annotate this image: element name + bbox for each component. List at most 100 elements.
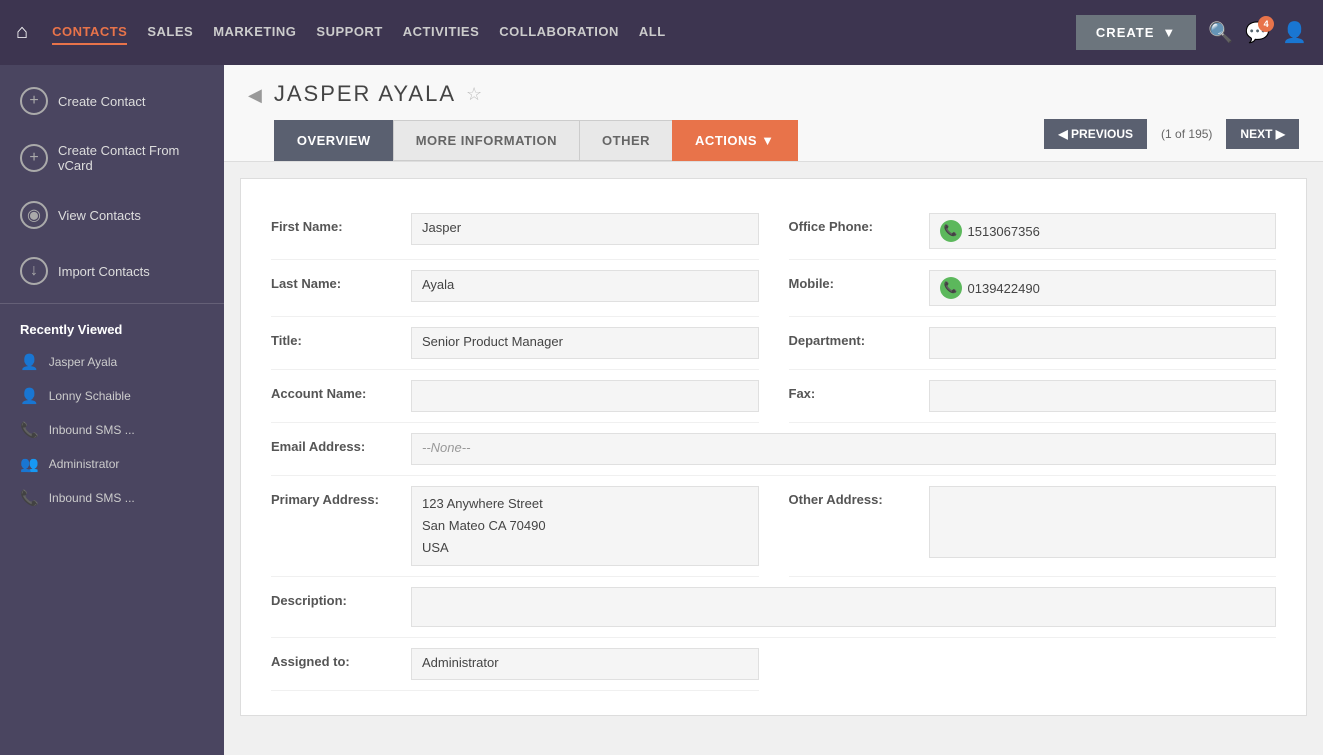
recent-inbound-sms-2[interactable]: 📞 Inbound SMS ... bbox=[0, 481, 224, 515]
field-title: Title: Senior Product Manager bbox=[271, 317, 759, 370]
page-layout: + Create Contact + Create Contact From v… bbox=[0, 65, 1323, 755]
user-avatar[interactable]: 👤 bbox=[1282, 20, 1307, 45]
record-name: JASPER AYALA ☆ bbox=[274, 81, 1299, 107]
description-value[interactable] bbox=[411, 587, 1276, 627]
other-address-value[interactable] bbox=[929, 486, 1277, 558]
office-phone-icon: 📞 bbox=[940, 220, 962, 242]
other-address-label: Other Address: bbox=[789, 486, 929, 507]
record-header: ◀ JASPER AYALA ☆ OVERVIEW MORE INFORMATI… bbox=[224, 65, 1323, 162]
page-info: (1 of 195) bbox=[1155, 127, 1218, 141]
nav-menu: CONTACTS SALES MARKETING SUPPORT ACTIVIT… bbox=[52, 20, 1052, 45]
create-button[interactable]: CREATE ▼ bbox=[1076, 15, 1196, 50]
row-last-name-mobile: Last Name: Ayala Mobile: 📞 0139422490 bbox=[271, 260, 1276, 317]
back-arrow-icon[interactable]: ◀ bbox=[248, 85, 262, 106]
tab-overview[interactable]: OVERVIEW bbox=[274, 120, 394, 161]
field-primary-address: Primary Address: 123 Anywhere Street San… bbox=[271, 476, 759, 577]
nav-all[interactable]: ALL bbox=[639, 20, 666, 45]
nav-support[interactable]: SUPPORT bbox=[316, 20, 382, 45]
recent-jasper-ayala[interactable]: 👤 Jasper Ayala bbox=[0, 345, 224, 379]
notification-badge: 4 bbox=[1258, 16, 1274, 32]
nav-activities[interactable]: ACTIVITIES bbox=[403, 20, 480, 45]
nav-collaboration[interactable]: COLLABORATION bbox=[499, 20, 619, 45]
row-addresses: Primary Address: 123 Anywhere Street San… bbox=[271, 476, 1276, 577]
title-value[interactable]: Senior Product Manager bbox=[411, 327, 759, 359]
recent-administrator[interactable]: 👥 Administrator bbox=[0, 447, 224, 481]
fax-value[interactable] bbox=[929, 380, 1277, 412]
row-title-department: Title: Senior Product Manager Department… bbox=[271, 317, 1276, 370]
create-contact-vcard-action[interactable]: + Create Contact From vCard bbox=[0, 129, 224, 187]
first-name-value[interactable]: Jasper bbox=[411, 213, 759, 245]
first-name-label: First Name: bbox=[271, 213, 411, 234]
main-content: ◀ JASPER AYALA ☆ OVERVIEW MORE INFORMATI… bbox=[224, 65, 1323, 755]
nav-contacts[interactable]: CONTACTS bbox=[52, 20, 127, 45]
field-office-phone: Office Phone: 📞 1513067356 bbox=[789, 203, 1277, 260]
phone-icon-1: 📞 bbox=[20, 421, 39, 439]
tab-actions[interactable]: ACTIONS ▼ bbox=[672, 120, 797, 161]
import-contacts-label: Import Contacts bbox=[58, 264, 150, 279]
nav-right-actions: CREATE ▼ 🔍 💬 4 👤 bbox=[1076, 15, 1307, 50]
field-mobile: Mobile: 📞 0139422490 bbox=[789, 260, 1277, 317]
row-assigned-to: Assigned to: Administrator bbox=[271, 638, 1276, 691]
search-icon[interactable]: 🔍 bbox=[1208, 20, 1233, 45]
recently-viewed-heading: Recently Viewed bbox=[0, 308, 224, 345]
notifications-icon[interactable]: 💬 4 bbox=[1245, 20, 1270, 45]
primary-address-value[interactable]: 123 Anywhere Street San Mateo CA 70490 U… bbox=[411, 486, 759, 566]
assigned-to-value[interactable]: Administrator bbox=[411, 648, 759, 680]
contact-full-name: JASPER AYALA bbox=[274, 81, 456, 107]
create-contact-icon: + bbox=[20, 87, 48, 115]
account-name-label: Account Name: bbox=[271, 380, 411, 401]
last-name-value[interactable]: Ayala bbox=[411, 270, 759, 302]
phone-icon-2: 📞 bbox=[20, 489, 39, 507]
field-department: Department: bbox=[789, 317, 1277, 370]
row-first-name-office-phone: First Name: Jasper Office Phone: 📞 15130… bbox=[271, 203, 1276, 260]
nav-sales[interactable]: SALES bbox=[147, 20, 193, 45]
tab-other[interactable]: OTHER bbox=[579, 120, 673, 161]
home-icon[interactable]: ⌂ bbox=[16, 21, 28, 44]
people-icon: 👥 bbox=[20, 455, 39, 473]
record-form: First Name: Jasper Office Phone: 📞 15130… bbox=[240, 178, 1307, 716]
recent-inbound-sms-1[interactable]: 📞 Inbound SMS ... bbox=[0, 413, 224, 447]
email-label: Email Address: bbox=[271, 433, 411, 454]
mobile-value[interactable]: 📞 0139422490 bbox=[929, 270, 1277, 306]
mobile-label: Mobile: bbox=[789, 270, 929, 291]
import-contacts-action[interactable]: ↓ Import Contacts bbox=[0, 243, 224, 299]
create-vcard-label: Create Contact From vCard bbox=[58, 143, 204, 173]
favorite-star-icon[interactable]: ☆ bbox=[466, 84, 484, 105]
top-navigation: ⌂ CONTACTS SALES MARKETING SUPPORT ACTIV… bbox=[0, 0, 1323, 65]
department-value[interactable] bbox=[929, 327, 1277, 359]
fax-label: Fax: bbox=[789, 380, 929, 401]
next-button[interactable]: NEXT ▶ bbox=[1226, 119, 1299, 149]
pagination-area: ◀ PREVIOUS (1 of 195) NEXT ▶ bbox=[1044, 119, 1299, 149]
recent-lonny-schaible[interactable]: 👤 Lonny Schaible bbox=[0, 379, 224, 413]
row-description: Description: bbox=[271, 577, 1276, 638]
record-title-area: JASPER AYALA ☆ OVERVIEW MORE INFORMATION… bbox=[274, 81, 1299, 161]
field-last-name: Last Name: Ayala bbox=[271, 260, 759, 317]
assigned-to-label: Assigned to: bbox=[271, 648, 411, 669]
create-contact-label: Create Contact bbox=[58, 94, 145, 109]
department-label: Department: bbox=[789, 327, 929, 348]
create-vcard-icon: + bbox=[20, 144, 48, 172]
row-account-fax: Account Name: Fax: bbox=[271, 370, 1276, 423]
field-assigned-to: Assigned to: Administrator bbox=[271, 638, 759, 691]
previous-button[interactable]: ◀ PREVIOUS bbox=[1044, 119, 1147, 149]
view-contacts-action[interactable]: ◉ View Contacts bbox=[0, 187, 224, 243]
mobile-phone-icon: 📞 bbox=[940, 277, 962, 299]
create-contact-action[interactable]: + Create Contact bbox=[0, 73, 224, 129]
description-label: Description: bbox=[271, 587, 411, 608]
field-fax: Fax: bbox=[789, 370, 1277, 423]
tabs-bar: OVERVIEW MORE INFORMATION OTHER ACTIONS … bbox=[274, 119, 1299, 161]
field-first-name: First Name: Jasper bbox=[271, 203, 759, 260]
office-phone-value[interactable]: 📞 1513067356 bbox=[929, 213, 1277, 249]
tab-more-information[interactable]: MORE INFORMATION bbox=[393, 120, 580, 161]
title-label: Title: bbox=[271, 327, 411, 348]
view-contacts-icon: ◉ bbox=[20, 201, 48, 229]
field-description: Description: bbox=[271, 577, 1276, 638]
view-contacts-label: View Contacts bbox=[58, 208, 141, 223]
field-email: Email Address: --None-- bbox=[271, 423, 1276, 476]
person-icon-1: 👤 bbox=[20, 353, 39, 371]
record-tabs: OVERVIEW MORE INFORMATION OTHER ACTIONS … bbox=[274, 120, 797, 161]
person-icon-2: 👤 bbox=[20, 387, 39, 405]
account-name-value[interactable] bbox=[411, 380, 759, 412]
nav-marketing[interactable]: MARKETING bbox=[213, 20, 296, 45]
email-value[interactable]: --None-- bbox=[411, 433, 1276, 465]
